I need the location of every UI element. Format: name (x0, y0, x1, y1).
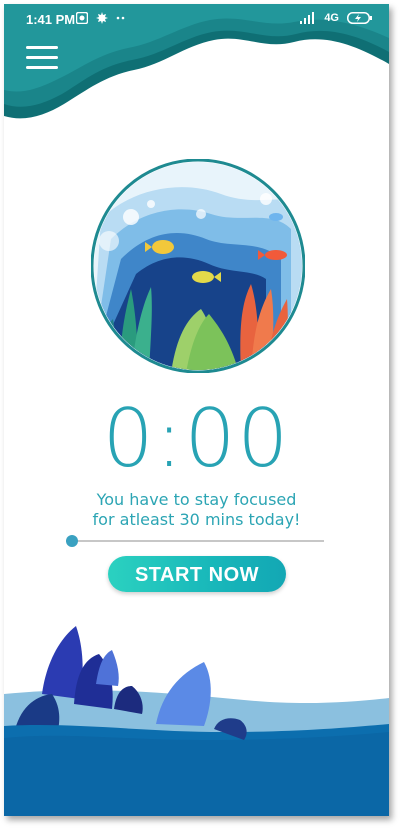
app-screen: 1:41 PM 4G 0:00 You have to stay focused… (4, 4, 389, 816)
signal-icon (300, 12, 315, 24)
status-time: 1:41 PM (26, 12, 76, 27)
maple-leaf-icon (96, 12, 108, 24)
slider-track (66, 540, 324, 542)
status-right-icons: 4G (300, 12, 373, 24)
timer-display: 0:00 (102, 392, 291, 485)
menu-bar (26, 66, 58, 69)
bottom-ocean-scene (4, 626, 389, 816)
menu-bar (26, 56, 58, 59)
status-bar: 1:41 PM 4G (4, 4, 389, 34)
battery-charging-icon (347, 12, 372, 24)
hamburger-menu-icon[interactable] (26, 46, 58, 72)
duration-slider[interactable] (66, 534, 324, 548)
camera-icon (76, 12, 88, 24)
dots-icon (116, 16, 125, 20)
focus-message-line2: for atleast 30 mins today! (92, 510, 301, 529)
menu-bar (26, 46, 58, 49)
network-type: 4G (324, 12, 339, 24)
start-now-button[interactable]: START NOW (108, 556, 286, 592)
slider-thumb[interactable] (66, 535, 78, 547)
focus-message-line1: You have to stay focused (96, 490, 297, 509)
status-left-icons (76, 12, 126, 24)
focus-message: You have to stay focused for atleast 30 … (4, 490, 389, 530)
ocean-illustration (91, 159, 305, 373)
